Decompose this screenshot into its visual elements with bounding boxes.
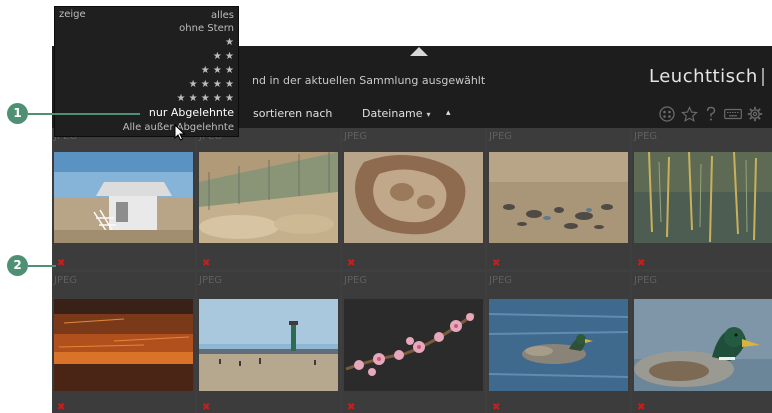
callout-marker-2: 2: [7, 255, 28, 276]
file-type-label: JPEG: [344, 275, 368, 286]
callout-2-line: [28, 265, 56, 267]
filter-label: zeige: [59, 9, 86, 20]
sort-by-value: Dateiname: [362, 107, 423, 120]
toolbar-icons: [658, 105, 764, 123]
thumbnail-image-reeds-water: [634, 152, 772, 243]
thumbnail-cell[interactable]: JPEG ✖: [632, 128, 772, 269]
thumbnail-image-mallard-closeup: [634, 299, 772, 391]
rating-filter-dropdown[interactable]: zeige alles ohne Stern ★ ★ ★ ★ ★ ★ ★ ★ ★…: [54, 6, 239, 137]
thumbnail-cell[interactable]: JPEG ✖: [487, 272, 630, 413]
thumbnail-cell[interactable]: JPEG ✖: [197, 128, 340, 269]
sort-by-label: sortieren nach: [253, 107, 333, 120]
panel-collapse-arrow[interactable]: [410, 47, 428, 56]
reject-icon[interactable]: ✖: [347, 259, 356, 269]
file-type-label: JPEG: [199, 275, 223, 286]
thumbnail-cell[interactable]: JPEG ✖: [487, 128, 630, 269]
filter-option-2-stars[interactable]: ★ ★: [213, 50, 234, 63]
file-type-label: JPEG: [489, 275, 513, 286]
thumbnail-cell[interactable]: JPEG ✖: [342, 128, 485, 269]
thumbnail-cell[interactable]: JPEG ✖: [197, 272, 340, 413]
keyboard-icon[interactable]: [724, 105, 742, 123]
thumbnail-image-swimming-duck: [489, 299, 628, 391]
reject-icon[interactable]: ✖: [57, 259, 66, 269]
file-type-label: JPEG: [489, 131, 513, 142]
grouping-icon[interactable]: [658, 105, 676, 123]
selection-count-text: nd in der aktuellen Sammlung ausgewählt: [252, 74, 486, 87]
reject-icon[interactable]: ✖: [637, 403, 646, 413]
thumbnail-image-sand-pattern: [344, 152, 483, 243]
thumbnail-cell[interactable]: JPEG ✖: [52, 128, 195, 269]
mouse-cursor-icon: [174, 124, 186, 141]
thumbnail-image-pebble-beach: [489, 152, 628, 243]
file-type-label: JPEG: [344, 131, 368, 142]
reject-icon[interactable]: ✖: [57, 403, 66, 413]
view-separator: [762, 68, 764, 86]
view-title-lighttable[interactable]: Leuchttisch: [649, 66, 758, 87]
thumbnail-image-beach-hut: [54, 152, 193, 243]
reject-icon[interactable]: ✖: [202, 403, 211, 413]
chevron-down-icon: ▾: [426, 110, 431, 119]
gear-icon[interactable]: [746, 105, 764, 123]
sort-by-select[interactable]: Dateiname ▾: [362, 107, 431, 120]
file-type-label: JPEG: [54, 275, 78, 286]
callout-marker-1: 1: [7, 103, 28, 124]
reject-icon[interactable]: ✖: [492, 259, 501, 269]
file-type-label: JPEG: [634, 131, 658, 142]
thumbnail-image-pier-lighthouse: [199, 299, 338, 391]
thumbnail-image-sunset-sky: [54, 299, 193, 391]
filter-option-1-star[interactable]: ★: [225, 36, 234, 49]
reject-icon[interactable]: ✖: [202, 259, 211, 269]
thumbnail-cell[interactable]: JPEG ✖: [342, 272, 485, 413]
thumbnail-cell[interactable]: JPEG ✖: [632, 272, 772, 413]
filter-option-rejected-only[interactable]: nur Abgelehnte: [149, 106, 234, 119]
filter-option-unstarred[interactable]: ohne Stern: [179, 22, 234, 35]
star-overlay-icon[interactable]: [680, 105, 698, 123]
reject-icon[interactable]: ✖: [492, 403, 501, 413]
thumbnail-cell[interactable]: JPEG ✖: [52, 272, 195, 413]
filter-option-3-stars[interactable]: ★ ★ ★: [201, 64, 234, 77]
thumbnail-image-blossom-branch: [344, 299, 483, 391]
filter-option-4-stars[interactable]: ★ ★ ★ ★: [189, 78, 234, 91]
sort-direction-toggle[interactable]: ▴: [446, 108, 451, 118]
filter-option-5-stars[interactable]: ★ ★ ★ ★ ★: [176, 92, 234, 105]
reject-icon[interactable]: ✖: [637, 259, 646, 269]
callout-1-line: [28, 113, 140, 115]
filter-option-all[interactable]: alles: [211, 9, 234, 22]
file-type-label: JPEG: [634, 275, 658, 286]
thumbnail-image-dunes-fence: [199, 152, 338, 243]
help-icon[interactable]: [702, 105, 720, 123]
reject-icon[interactable]: ✖: [347, 403, 356, 413]
